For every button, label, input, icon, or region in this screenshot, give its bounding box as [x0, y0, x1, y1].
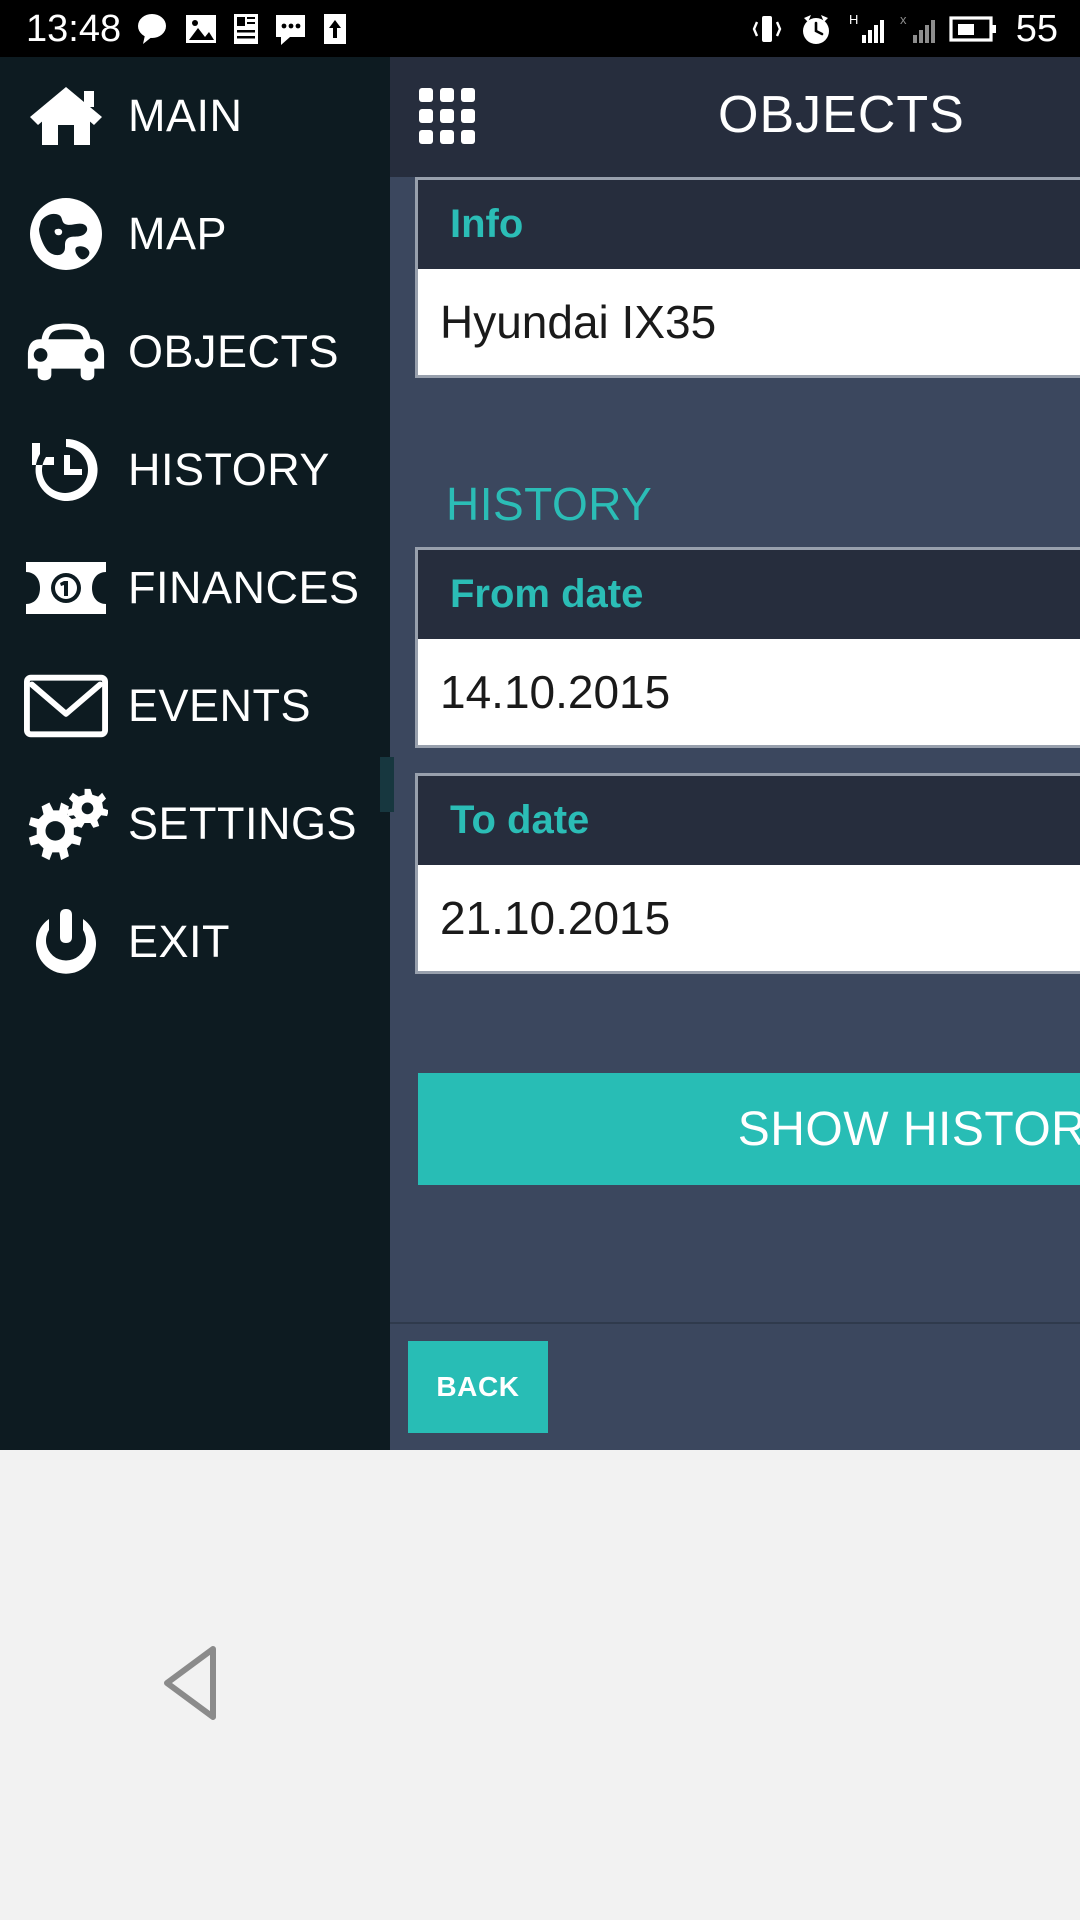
app-screen: 13:48 H x 55 MAIN MAP OBJECTS HISTORY FI… [0, 0, 1080, 1920]
info-field-label: Info [418, 177, 1080, 269]
triangle-back-icon[interactable] [157, 1643, 233, 1728]
sidebar-item-label: FINANCES [128, 562, 360, 613]
upload-icon [324, 13, 347, 44]
history-section-title: HISTORY [446, 478, 653, 530]
grid-apps-icon[interactable] [418, 87, 478, 147]
sidebar-item-label: HISTORY [128, 444, 330, 495]
envelope-icon [24, 664, 108, 748]
vibrate-icon [752, 15, 782, 42]
power-icon [24, 900, 108, 984]
from-date-value[interactable]: 14.10.2015 [418, 639, 1080, 748]
objects-panel: OBJECTS Info Hyundai IX35 HISTORY From d… [390, 57, 1080, 1450]
sidebar-item-label: MAIN [128, 90, 243, 141]
sidebar-item-label: MAP [128, 208, 228, 259]
sidebar-item-label: EVENTS [128, 680, 312, 731]
sidebar-item-label: OBJECTS [128, 326, 340, 377]
history-clock-icon [24, 428, 108, 512]
status-bar-notification-icons [135, 11, 349, 47]
svg-text:x: x [900, 12, 907, 27]
from-date-label: From date [418, 547, 1080, 639]
system-navigation-bar [0, 1450, 1080, 1920]
sidebar-item-map[interactable]: MAP [0, 175, 390, 293]
panel-footer: BACK [390, 1322, 1080, 1450]
drawer-edge-sliver [380, 757, 394, 812]
from-date-field[interactable]: From date 14.10.2015 [415, 547, 1080, 748]
to-date-field[interactable]: To date 21.10.2015 [415, 773, 1080, 974]
image-icon [186, 14, 217, 43]
status-bar: 13:48 H x 55 [0, 0, 1080, 57]
show-history-button-label: SHOW HISTORY [737, 1102, 1080, 1156]
svg-text:H: H [849, 12, 858, 27]
sidebar-item-objects[interactable]: OBJECTS [0, 293, 390, 411]
banknote-icon [24, 546, 108, 630]
back-button-label: BACK [436, 1371, 520, 1402]
info-field-value[interactable]: Hyundai IX35 [418, 269, 1080, 378]
panel-header: OBJECTS [390, 57, 1080, 177]
note-icon [234, 13, 259, 44]
to-date-value[interactable]: 21.10.2015 [418, 865, 1080, 974]
sidebar-item-events[interactable]: EVENTS [0, 647, 390, 765]
globe-icon [24, 192, 108, 276]
car-icon [24, 310, 108, 394]
panel-body: Info Hyundai IX35 HISTORY From date 14.1… [390, 177, 1080, 1382]
gears-icon [24, 782, 108, 866]
show-history-button[interactable]: SHOW HISTORY [418, 1073, 1080, 1185]
info-field[interactable]: Info Hyundai IX35 [415, 177, 1080, 378]
sidebar-item-label: SETTINGS [128, 798, 358, 849]
sms-icon [276, 14, 306, 45]
sidebar-item-finances[interactable]: FINANCES [0, 529, 390, 647]
page-title: OBJECTS [718, 86, 965, 144]
status-bar-clock: 13:48 [26, 7, 122, 50]
sidebar-item-label: EXIT [128, 916, 231, 967]
alarm-icon [802, 14, 829, 44]
to-date-label: To date [418, 773, 1080, 865]
signal-x-icon: x [900, 12, 935, 43]
battery-percent-label: 55 [1015, 7, 1058, 50]
sidebar-item-history[interactable]: HISTORY [0, 411, 390, 529]
sidebar-item-exit[interactable]: EXIT [0, 883, 390, 1001]
chat-bubble-icon [138, 13, 167, 44]
home-icon [24, 74, 108, 158]
battery-icon [949, 15, 996, 42]
sidebar-item-settings[interactable]: SETTINGS [0, 765, 390, 883]
status-bar-system-icons: H x 55 [749, 10, 1058, 48]
signal-h-icon: H [849, 12, 884, 43]
back-button[interactable]: BACK [408, 1341, 548, 1433]
sidebar-item-main[interactable]: MAIN [0, 57, 390, 175]
navigation-drawer: MAIN MAP OBJECTS HISTORY FINANCES EVENTS… [0, 57, 390, 1450]
